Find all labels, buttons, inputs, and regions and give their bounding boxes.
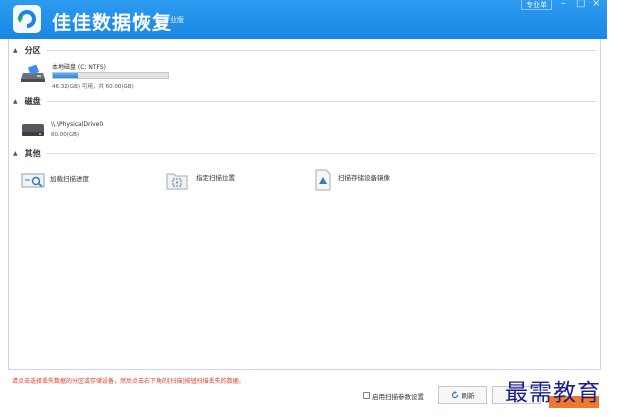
load-scan-progress-label: 加载扫描进度 xyxy=(50,175,89,183)
specify-scan-location-item[interactable]: 指定扫描位置 xyxy=(166,169,286,190)
close-button[interactable]: × xyxy=(592,0,600,9)
refresh-button[interactable]: 刷新 xyxy=(438,386,487,404)
section-disk-header[interactable]: ▲ 磁盘 xyxy=(13,95,596,107)
local-disk-icon xyxy=(21,65,45,82)
hard-disk-icon xyxy=(22,124,44,136)
partition-drive-name: 本地磁盘 (C: NTFS) xyxy=(52,64,107,71)
scan-disk-image-item[interactable]: 扫描存储设备镜像 xyxy=(314,169,444,191)
title-bar: 佳佳数据恢复 专业版 专业单 – □ × xyxy=(0,0,607,39)
minimize-button[interactable]: – xyxy=(561,0,566,9)
section-other-title: 其他 xyxy=(24,148,41,158)
load-scan-progress-item[interactable]: 加载扫描进度 xyxy=(21,169,141,189)
partition-drive-size: 46.32(GB) 可用，共 60.00(GB) xyxy=(52,84,134,90)
refresh-label: 刷新 xyxy=(461,392,475,400)
scan-disk-image-label: 扫描存储设备镜像 xyxy=(338,174,390,182)
magnifier-scan-icon xyxy=(21,173,45,188)
collapse-arrow-icon[interactable]: ▲ xyxy=(13,98,18,105)
collapse-arrow-icon[interactable]: ▲ xyxy=(13,150,18,157)
section-partition-title: 分区 xyxy=(24,45,41,55)
enable-scan-params-label: 启用扫描参数设置 xyxy=(372,393,424,401)
partition-usage-bar xyxy=(52,72,169,79)
edition-button[interactable]: 专业单 xyxy=(521,0,552,10)
main-panel: ▲ 分区 本地磁盘 (C: NTFS) 46.32(GB) 可用，共 60.00… xyxy=(8,39,601,370)
section-other-header[interactable]: ▲ 其他 xyxy=(13,147,596,159)
disk-image-icon xyxy=(315,169,331,191)
app-logo-icon xyxy=(13,5,41,33)
watermark-text: 最需教育 xyxy=(505,380,601,406)
section-divider xyxy=(46,49,596,51)
specify-scan-location-label: 指定扫描位置 xyxy=(196,174,235,182)
collapse-arrow-icon[interactable]: ▲ xyxy=(13,47,18,54)
enable-scan-params-checkbox[interactable] xyxy=(363,392,370,399)
physical-drive-size: 60.00(GB) xyxy=(51,132,80,138)
section-divider xyxy=(46,100,596,102)
section-disk-title: 磁盘 xyxy=(24,96,41,106)
restore-button[interactable]: □ xyxy=(576,0,585,9)
app-title: 佳佳数据恢复 xyxy=(52,12,173,34)
status-hint: 请点击选择丢失数据的分区或存储设备，然后点击右下角的[扫描]按钮扫描丢失的数据。 xyxy=(12,378,245,385)
section-partition-header[interactable]: ▲ 分区 xyxy=(13,44,596,56)
physical-drive-name: \\.\PhysicalDrive0 xyxy=(51,121,104,128)
section-divider xyxy=(46,152,596,154)
folder-target-icon xyxy=(166,173,188,190)
refresh-icon xyxy=(451,391,458,399)
edition-label: 专业版 xyxy=(163,16,184,24)
partition-drive-c[interactable]: 本地磁盘 (C: NTFS) 46.32(GB) 可用，共 60.00(GB) xyxy=(19,59,179,90)
partition-usage-fill xyxy=(53,73,79,78)
physical-drive-0[interactable]: \\.\PhysicalDrive0 60.00(GB) xyxy=(21,119,141,143)
